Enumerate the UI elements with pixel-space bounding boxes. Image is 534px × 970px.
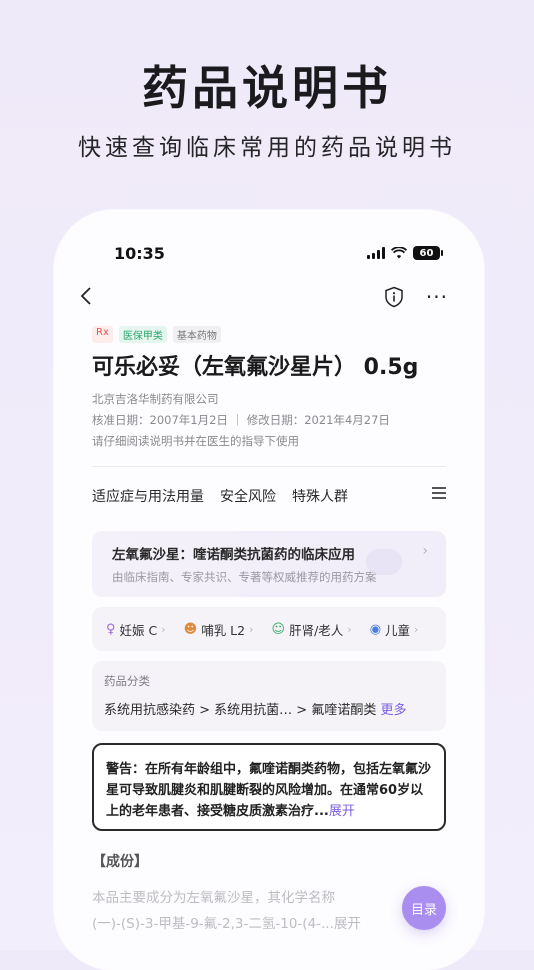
population-liver-kidney-elderly[interactable]: ☺ 肝肾/老人 › <box>272 620 352 639</box>
drug-detail: Rx 医保甲类 基本药物 可乐必妥（左氧氟沙星片） 0.5g 北京吉洛华制药有限… <box>92 326 446 937</box>
more-horizontal-icon[interactable]: ··· <box>426 287 448 307</box>
wifi-icon <box>391 247 407 259</box>
liver-kidney-elderly-icon: ☺ <box>271 621 286 637</box>
pregnant-icon: ♀ <box>106 621 116 637</box>
cloud-decoration-icon <box>366 549 402 575</box>
population-pregnancy[interactable]: ♀ 妊娠 C › <box>106 620 166 639</box>
population-label: 儿童 <box>385 622 411 638</box>
population-lactation[interactable]: ☻ 哺乳 L2 › <box>184 620 254 639</box>
category-label: 药品分类 <box>104 674 150 688</box>
chevron-right-icon: › <box>422 543 428 559</box>
population-label: 哺乳 L2 <box>201 622 246 638</box>
menu-icon[interactable] <box>432 487 446 499</box>
chevron-right-icon: › <box>414 622 419 636</box>
population-child[interactable]: ◉ 儿童 › <box>370 620 419 639</box>
composition-line-1: 本品主要成分为左氧氟沙星，其化学名称 <box>92 890 335 906</box>
usage-notice: 请仔细阅读说明书并在医生的指导下使用 <box>92 434 299 448</box>
special-population-bar: ♀ 妊娠 C › ☻ 哺乳 L2 › ☺ 肝肾/老人 › ◉ 儿童 › <box>92 607 446 651</box>
shield-info-icon[interactable] <box>384 286 404 308</box>
composition-text: 本品主要成分为左氧氟沙星，其化学名称 (一)-(S)-3-甲基-9-氟-2,3-… <box>92 885 446 937</box>
promo-subtitle: 快速查询临床常用的药品说明书 <box>78 135 456 161</box>
signal-icon <box>367 247 385 259</box>
drug-tags: Rx 医保甲类 基本药物 <box>92 326 446 343</box>
tag-essential: 基本药物 <box>172 326 221 343</box>
table-of-contents-button[interactable]: 目录 <box>402 886 446 930</box>
approval-dates: 核准日期：2007年1月2日 ｜ 修改日期：2021年4月27日 <box>92 413 390 427</box>
category-path-text: 系统用抗感染药 > 系统用抗菌… > 氟喹诺酮类 <box>104 703 377 718</box>
category-more-link[interactable]: 更多 <box>380 703 406 718</box>
child-icon: ◉ <box>369 621 382 637</box>
warning-text: 警告：在所有年龄组中，氟喹诺酮类药物，包括左氧氟沙星可导致肌腱炎和肌腱断裂的风险… <box>106 762 432 819</box>
composition-line-2: (一)-(S)-3-甲基-9-氟-2,3-二氢-10-(4-...展开 <box>92 916 361 932</box>
tab-special-population[interactable]: 特殊人群 <box>292 486 348 506</box>
drug-name: 可乐必妥（左氧氟沙星片） 0.5g <box>92 355 419 380</box>
clinical-guide-card[interactable]: 左氧氟沙星：喹诺酮类抗菌药的临床应用 由临床指南、专家共识、专著等权威推荐的用药… <box>92 531 446 597</box>
composition-heading: 【成份】 <box>92 854 148 870</box>
tag-insurance: 医保甲类 <box>118 326 167 343</box>
phone-frame: 10:35 60 ··· Rx 医保甲类 基本药物 可乐必妥（左氧氟沙星片） 0… <box>54 210 484 970</box>
status-bar: 10:35 60 <box>114 244 443 264</box>
chevron-left-icon[interactable] <box>80 286 92 312</box>
black-box-warning: 警告：在所有年龄组中，氟喹诺酮类药物，包括左氧氟沙星可导致肌腱炎和肌腱断裂的风险… <box>92 743 446 831</box>
category-path: 系统用抗感染药 > 系统用抗菌… > 氟喹诺酮类 更多 <box>104 699 434 718</box>
nav-bar: ··· <box>80 286 448 310</box>
status-icons: 60 <box>367 246 443 260</box>
promo-title: 药品说明书 <box>142 61 392 115</box>
chevron-right-icon: › <box>161 622 166 636</box>
lactation-icon: ☻ <box>183 621 198 637</box>
status-time: 10:35 <box>114 244 165 263</box>
tag-rx: Rx <box>92 326 113 343</box>
section-tabs: 适应症与用法用量 安全风险 特殊人群 <box>92 485 446 507</box>
tab-indications[interactable]: 适应症与用法用量 <box>92 486 204 506</box>
population-label: 妊娠 C <box>119 622 158 638</box>
chevron-right-icon: › <box>249 622 254 636</box>
drug-category-card: 药品分类 系统用抗感染药 > 系统用抗菌… > 氟喹诺酮类 更多 <box>92 661 446 731</box>
divider <box>92 466 446 467</box>
battery-icon: 60 <box>413 246 443 260</box>
manufacturer: 北京吉洛华制药有限公司 <box>92 392 219 406</box>
tab-safety[interactable]: 安全风险 <box>220 486 276 506</box>
warning-expand-link[interactable]: 展开 <box>329 804 355 819</box>
population-label: 肝肾/老人 <box>289 622 344 638</box>
chevron-right-icon: › <box>347 622 352 636</box>
